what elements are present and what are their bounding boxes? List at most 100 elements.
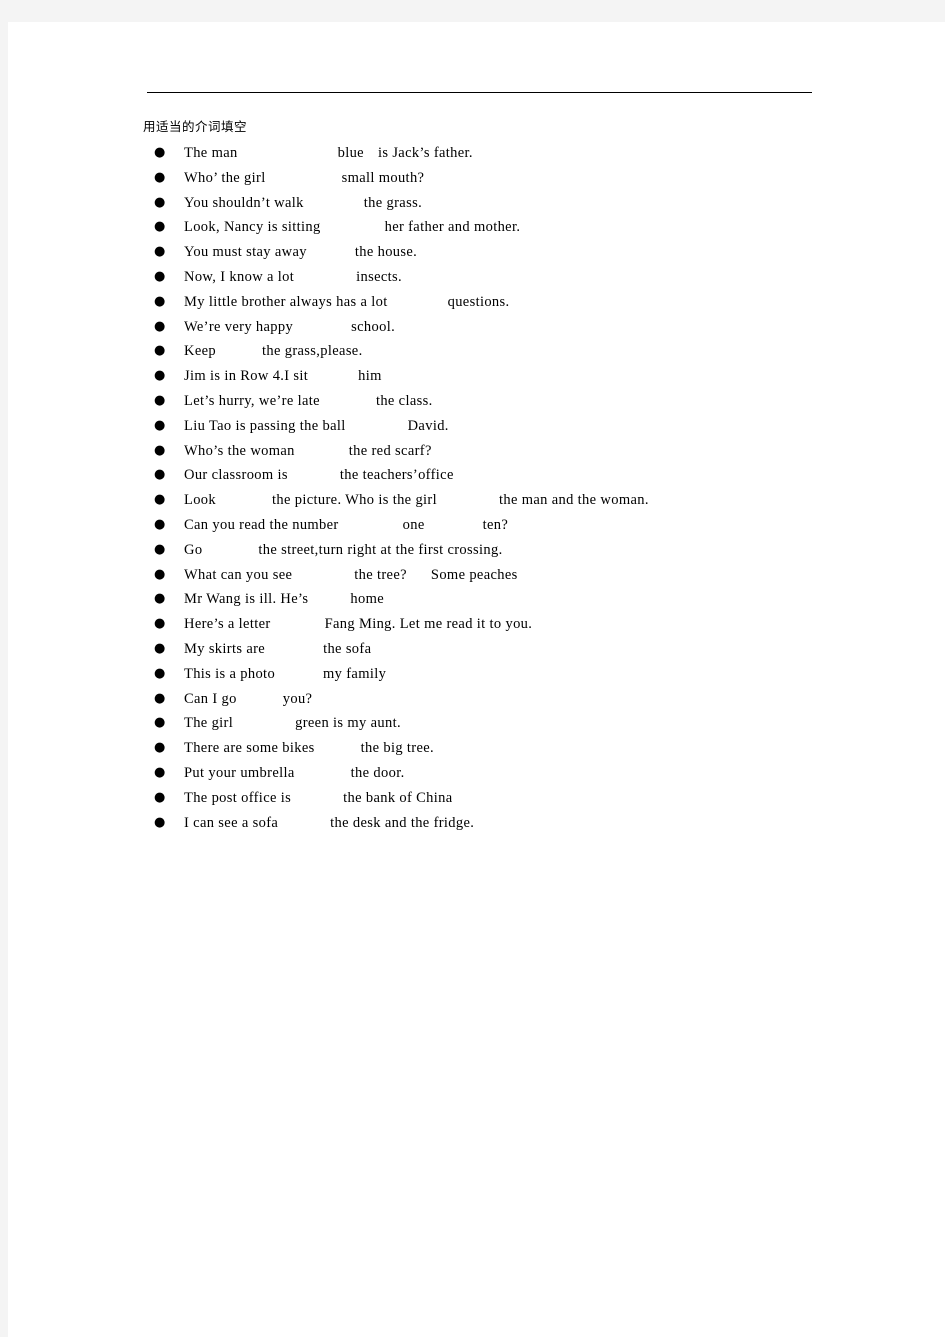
sentence-text: Who’s the woman	[184, 442, 295, 459]
sentence-text: is Jack’s father.	[377, 145, 473, 161]
fill-in-blank[interactable]	[288, 476, 340, 477]
sentence-text: Who’ the girl	[184, 169, 266, 186]
sentence-text: home	[350, 591, 385, 608]
sentence-text: the house.	[354, 244, 418, 261]
bullet-icon: ●	[154, 814, 166, 830]
bullet-icon: ●	[154, 318, 166, 334]
fill-in-blank[interactable]	[238, 153, 338, 154]
bullet-icon: ●	[154, 293, 166, 309]
bullet-icon: ●	[154, 417, 166, 433]
fill-in-blank[interactable]	[233, 724, 295, 725]
sentence-text: you?	[282, 690, 313, 707]
fill-in-blank[interactable]	[320, 401, 376, 402]
fill-in-blank[interactable]	[266, 178, 342, 179]
bullet-icon: ●	[154, 640, 166, 656]
exercise-item: ● Go the street,turn right at the first cr…	[8, 538, 945, 563]
sentence-text: Keep	[184, 343, 216, 360]
fill-in-blank[interactable]	[271, 624, 325, 625]
bullet-icon: ●	[154, 740, 166, 756]
fill-in-blank[interactable]	[291, 798, 343, 799]
bullet-icon: ●	[154, 492, 166, 508]
sentence-text: Some peaches	[430, 566, 518, 583]
sentence-text: Can I go	[184, 690, 237, 707]
sentence-text: Jim is in Row 4.I sit	[184, 368, 309, 385]
sentence-text: There are some bikes	[184, 740, 315, 757]
sentence-text: the desk and the fridge.	[330, 814, 475, 831]
fill-in-blank[interactable]	[237, 699, 283, 700]
sentence-text: Here’s a letter	[184, 616, 271, 633]
bullet-icon: ●	[154, 368, 166, 384]
sentence-text: Liu Tao is passing the ball	[184, 417, 346, 434]
fill-in-blank[interactable]	[292, 575, 354, 576]
exercise-item: ● This is a photo my family	[8, 662, 945, 687]
fill-in-blank[interactable]	[339, 525, 403, 526]
fill-in-blank[interactable]	[304, 203, 364, 204]
fill-in-blank[interactable]	[216, 500, 272, 501]
sentence-text: David.	[407, 417, 449, 434]
fill-in-blank[interactable]	[216, 352, 262, 353]
sentence-text: This is a photo	[184, 665, 276, 682]
bullet-icon: ●	[154, 591, 166, 607]
fill-in-blank[interactable]	[308, 376, 358, 377]
exercise-item: ● Can I go you?	[8, 687, 945, 712]
fill-in-blank[interactable]	[364, 153, 378, 154]
sentence-text: Fang Ming. Let me read it to you.	[324, 616, 533, 633]
fill-in-blank[interactable]	[425, 525, 483, 526]
fill-in-blank[interactable]	[294, 277, 356, 278]
fill-in-blank[interactable]	[278, 823, 330, 824]
fill-in-blank[interactable]	[437, 500, 499, 501]
sentence-text: Let’s hurry, we’re late	[184, 392, 320, 409]
sentence-text: The post office is	[184, 789, 292, 806]
document-content: 用适当的介词填空 ● The man blue is Jack’s father. ● W…	[8, 118, 945, 835]
exercise-item: ● My little brother always has a lot quest…	[8, 290, 945, 315]
sentence-text: Go	[184, 541, 203, 558]
bullet-icon: ●	[154, 715, 166, 731]
fill-in-blank[interactable]	[315, 748, 361, 749]
exercise-item: ● The girl green is my aunt.	[8, 711, 945, 736]
bullet-icon: ●	[154, 145, 166, 160]
fill-in-blank[interactable]	[321, 228, 385, 229]
fill-in-blank[interactable]	[293, 327, 351, 328]
fill-in-blank[interactable]	[308, 600, 350, 601]
sentence-text: questions.	[447, 293, 510, 310]
fill-in-blank[interactable]	[265, 649, 323, 650]
bullet-icon: ●	[154, 541, 166, 557]
sentence-text: My skirts are	[184, 640, 266, 657]
fill-in-blank[interactable]	[295, 451, 349, 452]
sentence-text: the street,turn right at the first cross…	[258, 541, 503, 558]
page-title: 用适当的介词填空	[143, 119, 248, 134]
fill-in-blank[interactable]	[407, 575, 431, 576]
bullet-icon: ●	[154, 392, 166, 408]
exercise-item: ● Let’s hurry, we’re late the class.	[8, 389, 945, 414]
sentence-text: her father and mother.	[384, 219, 521, 236]
exercise-item: ● Now, I know a lot insects.	[8, 265, 945, 290]
sentence-text: We’re very happy	[184, 318, 294, 335]
exercise-item: ● The man blue is Jack’s father.	[8, 141, 945, 166]
exercise-item: ● We’re very happy school.	[8, 315, 945, 340]
fill-in-blank[interactable]	[275, 674, 323, 675]
fill-in-blank[interactable]	[307, 252, 355, 253]
exercise-item: ● Jim is in Row 4.I sit him	[8, 364, 945, 389]
exercise-item: ● Look the picture. Who is the girl the man…	[8, 488, 945, 513]
exercise-item: ● I can see a sofa the desk and the fridge…	[8, 811, 945, 836]
sentence-text: You must stay away	[184, 244, 307, 261]
sentence-text: Now, I know a lot	[184, 268, 295, 285]
fill-in-blank[interactable]	[202, 550, 258, 551]
bullet-icon: ●	[154, 343, 166, 359]
sentence-text: the class.	[375, 392, 433, 409]
sentence-text: Put your umbrella	[184, 764, 295, 781]
fill-in-blank[interactable]	[295, 773, 351, 774]
fill-in-blank[interactable]	[346, 426, 408, 427]
exercise-item: ● Who’ the girl small mouth?	[8, 166, 945, 191]
sentence-text: the red scarf?	[348, 442, 432, 459]
bullet-icon: ●	[154, 690, 166, 706]
sentence-text: Mr Wang is ill. He’s	[184, 591, 309, 608]
exercise-item: ● Here’s a letter Fang Ming. Let me read i…	[8, 612, 945, 637]
fill-in-blank[interactable]	[388, 302, 448, 303]
sentence-text: ten?	[482, 516, 509, 533]
exercise-item: ● What can you see the tree? Some peaches	[8, 563, 945, 588]
sentence-text: I can see a sofa	[184, 814, 279, 831]
exercise-item: ● Who’s the woman the red scarf?	[8, 439, 945, 464]
sentence-text: the teachers’office	[339, 467, 454, 484]
bullet-icon: ●	[154, 566, 166, 582]
